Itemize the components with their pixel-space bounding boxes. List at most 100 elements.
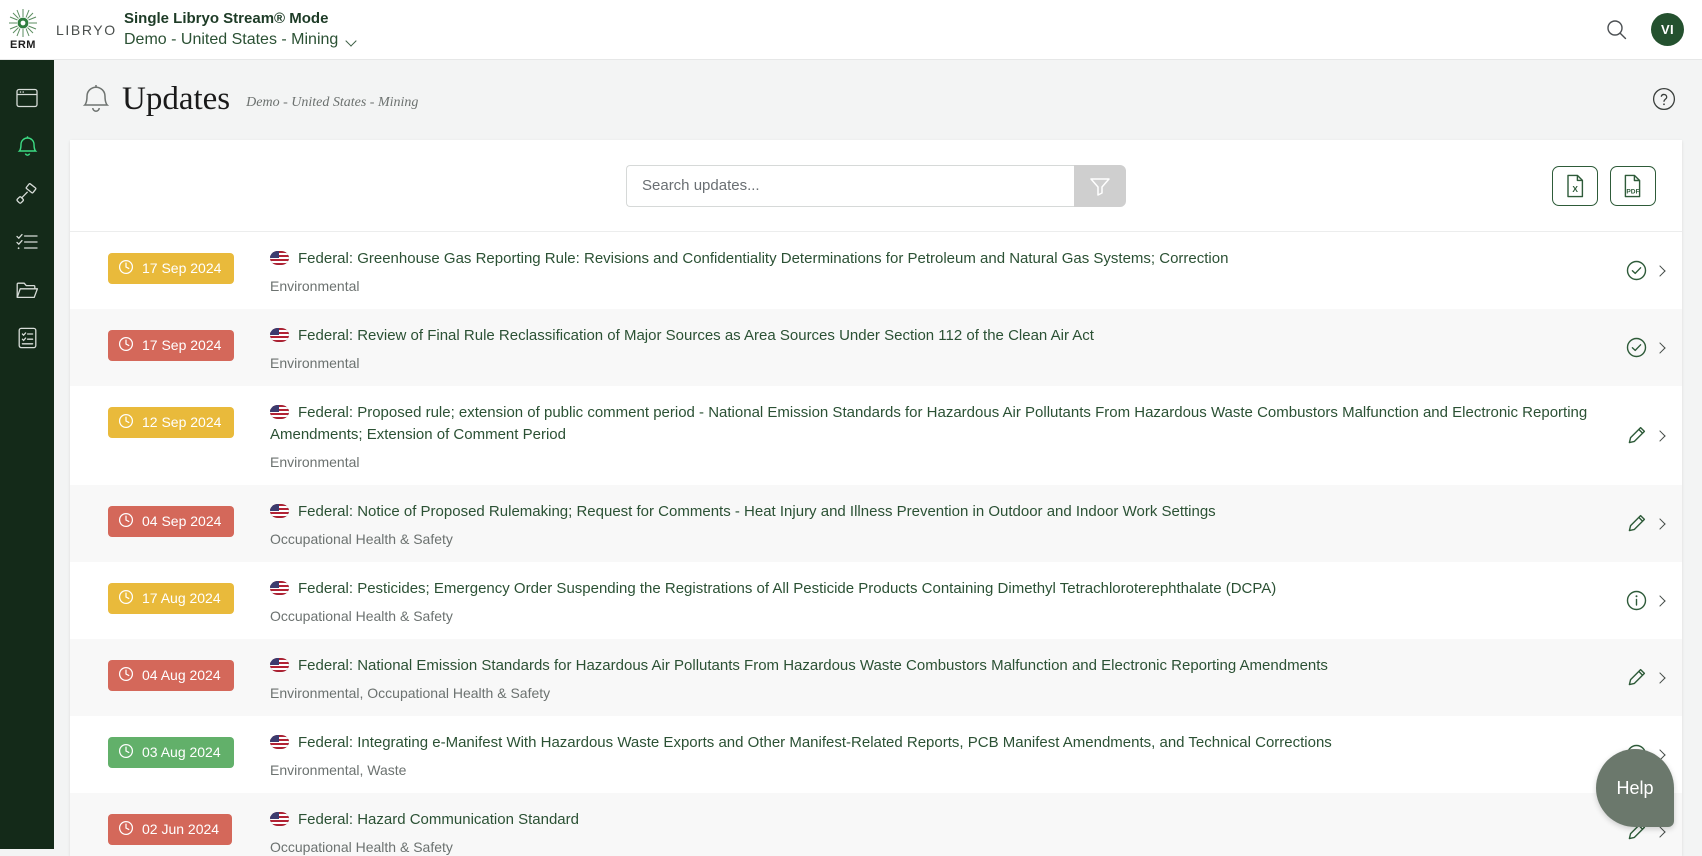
- info-circle-icon[interactable]: [1625, 590, 1647, 612]
- update-date-cell: 17 Sep 2024: [108, 246, 270, 290]
- update-content: Federal: Review of Final Rule Reclassifi…: [270, 323, 1590, 372]
- chevron-right-icon[interactable]: [1656, 595, 1664, 607]
- status-badge: 02 Jun 2024: [108, 814, 232, 845]
- sidebar-item-legal-register[interactable]: [5, 180, 49, 208]
- chevron-right-icon[interactable]: [1656, 826, 1664, 838]
- page-header: Updates Demo - United States - Mining: [54, 60, 1702, 138]
- update-content: Federal: National Emission Standards for…: [270, 653, 1590, 702]
- help-widget-button[interactable]: Help: [1596, 749, 1674, 827]
- pencil-icon[interactable]: [1625, 513, 1647, 535]
- question-circle-icon[interactable]: [1652, 87, 1676, 111]
- update-actions: [1590, 667, 1664, 689]
- update-date-cell: 03 Aug 2024: [108, 730, 270, 774]
- update-title[interactable]: Federal: National Emission Standards for…: [270, 655, 1590, 677]
- update-content: Federal: Pesticides; Emergency Order Sus…: [270, 576, 1590, 625]
- chevron-right-icon[interactable]: [1656, 265, 1664, 277]
- sidebar-item-assessments[interactable]: [5, 228, 49, 256]
- sidebar-item-updates[interactable]: [5, 132, 49, 160]
- search-input[interactable]: [626, 165, 1074, 207]
- search-icon[interactable]: [1601, 15, 1631, 45]
- update-row[interactable]: 17 Sep 2024 Federal: Greenhouse Gas Repor…: [70, 232, 1682, 309]
- export-excel-button[interactable]: X: [1552, 166, 1598, 206]
- update-categories: Environmental: [270, 277, 1590, 295]
- filter-funnel-icon[interactable]: [1074, 165, 1126, 207]
- chevron-right-icon[interactable]: [1656, 430, 1664, 442]
- update-title[interactable]: Federal: Notice of Proposed Rulemaking; …: [270, 501, 1590, 523]
- update-row[interactable]: 04 Sep 2024 Federal: Notice of Proposed R…: [70, 485, 1682, 562]
- stream-title-block: Single Libryo Stream® Mode Demo - United…: [124, 9, 358, 50]
- erm-wordmark: ERM: [10, 39, 36, 51]
- update-title-text: Federal: Review of Final Rule Reclassifi…: [298, 327, 1094, 344]
- pencil-icon[interactable]: [1625, 425, 1647, 447]
- update-content: Federal: Integrating e-Manifest With Haz…: [270, 730, 1590, 779]
- update-title-text: Federal: Pesticides; Emergency Order Sus…: [298, 580, 1276, 597]
- update-categories: Occupational Health & Safety: [270, 838, 1590, 856]
- export-pdf-button[interactable]: PDF: [1610, 166, 1656, 206]
- pencil-icon[interactable]: [1625, 667, 1647, 689]
- libryo-wordmark: LIBRYO: [56, 22, 117, 38]
- page-subtitle: Demo - United States - Mining: [246, 95, 418, 111]
- update-date-label: 17 Sep 2024: [142, 337, 221, 353]
- update-row[interactable]: 17 Aug 2024 Federal: Pesticides; Emergenc…: [70, 562, 1682, 639]
- sidebar-item-documents[interactable]: [5, 276, 49, 304]
- clock-icon: [118, 413, 134, 432]
- clock-icon: [118, 259, 134, 278]
- sidebar-item-tasks[interactable]: [5, 324, 49, 352]
- update-actions: [1590, 425, 1664, 447]
- erm-sunburst-icon: [8, 8, 38, 38]
- updates-card: X PDF 17 Sep 2024 Federal: Greenhouse Gas…: [70, 140, 1682, 856]
- clock-icon: [118, 666, 134, 685]
- update-title[interactable]: Federal: Hazard Communication Standard: [270, 809, 1590, 831]
- status-badge: 04 Sep 2024: [108, 506, 234, 537]
- update-categories: Environmental: [270, 354, 1590, 372]
- update-title[interactable]: Federal: Review of Final Rule Reclassifi…: [270, 325, 1590, 347]
- sidebar: [0, 60, 54, 849]
- update-row[interactable]: 04 Aug 2024 Federal: National Emission St…: [70, 639, 1682, 716]
- clock-icon: [118, 820, 134, 839]
- us-flag-icon: [270, 581, 289, 595]
- stream-mode-label: Single Libryo Stream® Mode: [124, 9, 358, 28]
- update-title-text: Federal: Greenhouse Gas Reporting Rule: …: [298, 250, 1228, 267]
- update-title[interactable]: Federal: Integrating e-Manifest With Haz…: [270, 732, 1590, 754]
- svg-text:PDF: PDF: [1626, 188, 1639, 195]
- update-categories: Environmental, Occupational Health & Saf…: [270, 684, 1590, 702]
- check-circle-icon[interactable]: [1625, 337, 1647, 359]
- update-date-label: 02 Jun 2024: [142, 821, 219, 837]
- us-flag-icon: [270, 405, 289, 419]
- update-date-cell: 04 Sep 2024: [108, 499, 270, 543]
- update-title[interactable]: Federal: Pesticides; Emergency Order Sus…: [270, 578, 1590, 600]
- update-title[interactable]: Federal: Proposed rule; extension of pub…: [270, 402, 1590, 446]
- stream-selector[interactable]: Demo - United States - Mining: [124, 30, 358, 50]
- update-title[interactable]: Federal: Greenhouse Gas Reporting Rule: …: [270, 248, 1590, 270]
- update-row[interactable]: 17 Sep 2024 Federal: Review of Final Rule…: [70, 309, 1682, 386]
- update-content: Federal: Greenhouse Gas Reporting Rule: …: [270, 246, 1590, 295]
- sidebar-item-dashboard[interactable]: [5, 84, 49, 112]
- update-title-text: Federal: National Emission Standards for…: [298, 657, 1328, 674]
- search-group: [626, 165, 1126, 207]
- export-buttons: X PDF: [1552, 166, 1656, 206]
- update-date-cell: 04 Aug 2024: [108, 653, 270, 697]
- update-title-text: Federal: Integrating e-Manifest With Haz…: [298, 734, 1332, 751]
- update-row[interactable]: 12 Sep 2024Federal: Proposed rule; exten…: [70, 386, 1682, 485]
- update-row[interactable]: 02 Jun 2024 Federal: Hazard Communication…: [70, 793, 1682, 856]
- page-title: Updates: [122, 81, 230, 117]
- update-title-text: Federal: Proposed rule; extension of pub…: [270, 404, 1587, 443]
- status-badge: 17 Sep 2024: [108, 253, 234, 284]
- chevron-right-icon[interactable]: [1656, 342, 1664, 354]
- update-date-label: 04 Sep 2024: [142, 513, 221, 529]
- us-flag-icon: [270, 812, 289, 826]
- clock-icon: [118, 589, 134, 608]
- clock-icon: [118, 743, 134, 762]
- us-flag-icon: [270, 658, 289, 672]
- top-bar-actions: VI: [1601, 13, 1702, 46]
- chevron-right-icon[interactable]: [1656, 672, 1664, 684]
- chevron-right-icon[interactable]: [1656, 518, 1664, 530]
- status-badge: 17 Sep 2024: [108, 330, 234, 361]
- update-row[interactable]: 03 Aug 2024 Federal: Integrating e-Manife…: [70, 716, 1682, 793]
- brand-logo[interactable]: ERM LIBRYO: [0, 0, 110, 60]
- update-content: Federal: Notice of Proposed Rulemaking; …: [270, 499, 1590, 548]
- check-circle-icon[interactable]: [1625, 260, 1647, 282]
- avatar[interactable]: VI: [1651, 13, 1684, 46]
- update-date-cell: 17 Aug 2024: [108, 576, 270, 620]
- us-flag-icon: [270, 504, 289, 518]
